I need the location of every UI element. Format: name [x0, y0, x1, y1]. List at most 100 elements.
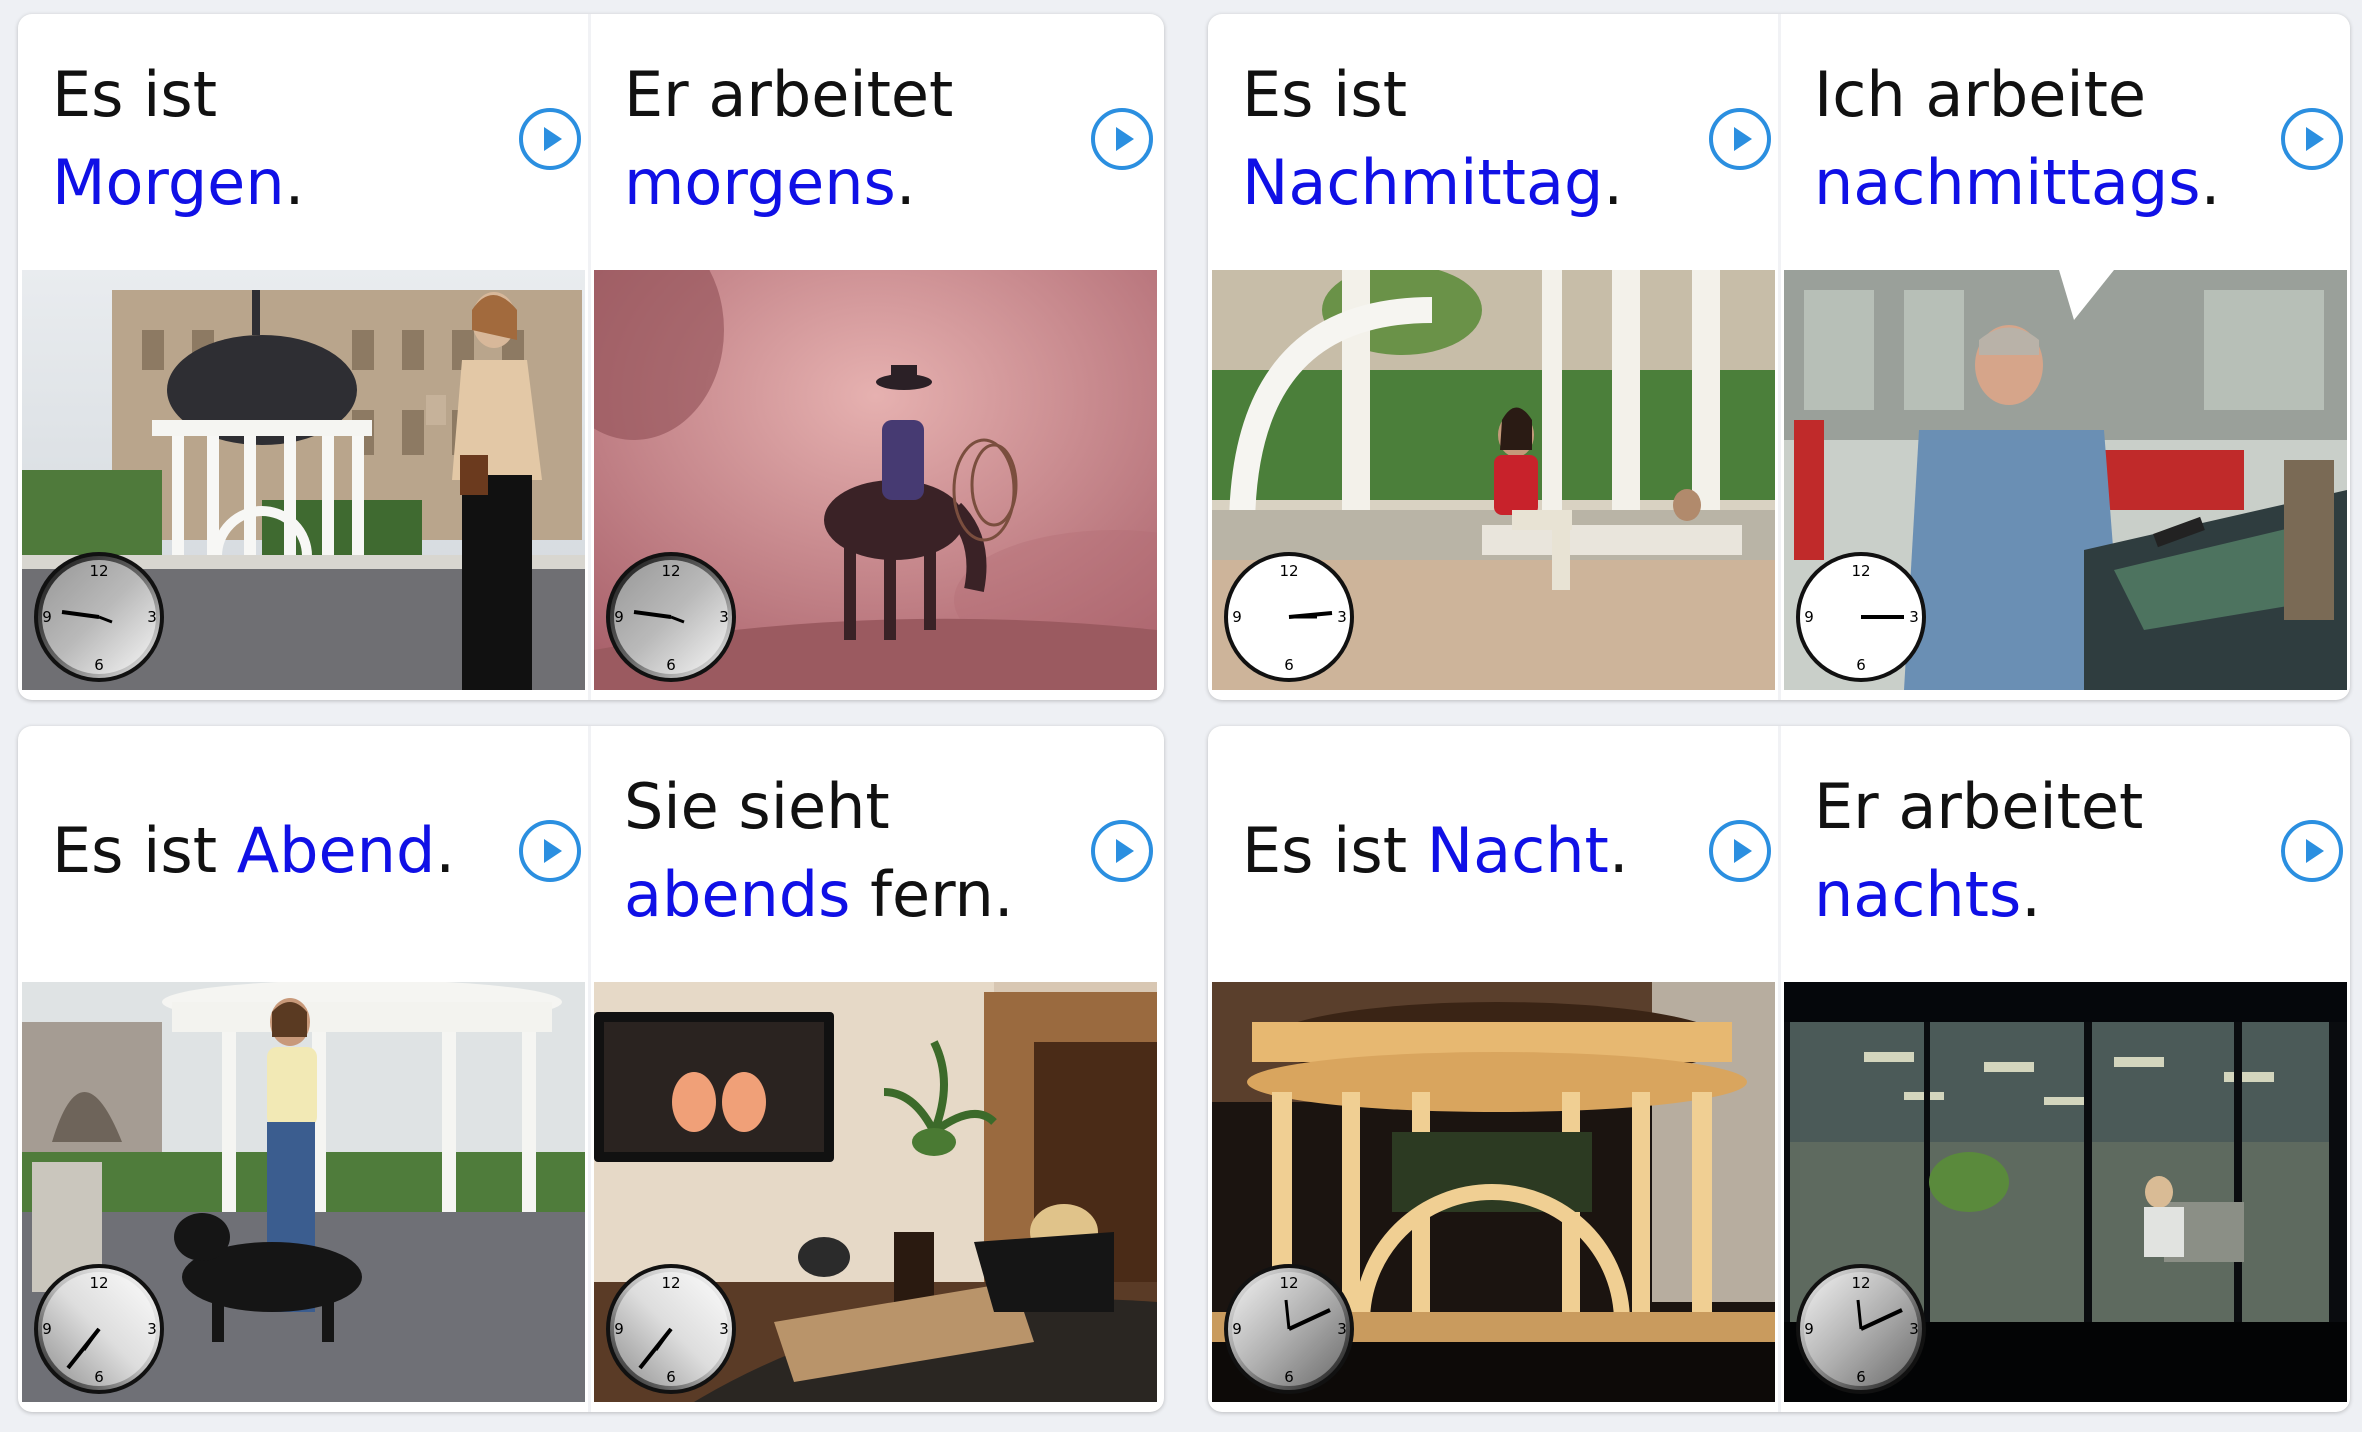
- phrase-text: Es ist Nachmittag.: [1242, 14, 1675, 264]
- phrase-line-1: Es ist Nacht.: [1242, 814, 1629, 887]
- card-morning: Es ist Morgen. 12 3 6 9 Er arbeitet morg…: [18, 14, 1164, 700]
- svg-text:6: 6: [666, 1368, 676, 1386]
- clock-icon: 12 3 6 9: [606, 552, 736, 682]
- svg-text:12: 12: [1279, 1274, 1298, 1292]
- phrase-line-1: Es ist Abend.: [52, 814, 456, 887]
- keyword: abends: [624, 858, 851, 931]
- phrase-line-1: Es ist: [52, 58, 218, 131]
- clock-icon: 12 3 6 9: [34, 1264, 164, 1394]
- svg-text:9: 9: [1232, 1320, 1242, 1338]
- play-audio-button[interactable]: [519, 820, 581, 882]
- svg-text:6: 6: [94, 656, 104, 674]
- keyword: Nacht: [1426, 814, 1609, 887]
- svg-text:9: 9: [614, 1320, 624, 1338]
- phrase-line-1: Sie sieht: [624, 770, 890, 843]
- svg-text:3: 3: [1909, 1320, 1919, 1338]
- tile-er-arbeitet-morgens[interactable]: Er arbeitet morgens. 12 3 6 9: [594, 14, 1157, 700]
- phrase-area: Es ist Abend.: [22, 726, 585, 976]
- card-divider: [588, 726, 591, 1412]
- svg-text:3: 3: [1909, 608, 1919, 626]
- keyword: nachmittags: [1814, 146, 2201, 219]
- svg-text:12: 12: [661, 1274, 680, 1292]
- keyword: Nachmittag: [1242, 146, 1604, 219]
- svg-text:3: 3: [1337, 608, 1347, 626]
- phrase-text: Es ist Morgen.: [52, 14, 485, 264]
- clock-icon: 12 3 6 9: [606, 1264, 736, 1394]
- play-audio-button[interactable]: [2281, 108, 2343, 170]
- play-audio-button[interactable]: [519, 108, 581, 170]
- play-icon: [1116, 127, 1134, 151]
- clock-icon: 12 3 6 9: [1224, 552, 1354, 682]
- svg-text:3: 3: [147, 608, 157, 626]
- svg-text:6: 6: [94, 1368, 104, 1386]
- phrase-text: Es ist Abend.: [52, 726, 485, 976]
- svg-text:12: 12: [89, 562, 108, 580]
- clock-icon: 12 3 6 9: [1224, 1264, 1354, 1394]
- phrase-text: Ich arbeite nachmittags.: [1814, 14, 2247, 264]
- phrase-line-1: Er arbeitet: [1814, 770, 2144, 843]
- svg-text:12: 12: [1851, 1274, 1870, 1292]
- phrase-line-1: Er arbeitet: [624, 58, 954, 131]
- clock-icon: 12 3 6 9: [1796, 1264, 1926, 1394]
- clock-icon: 12 3 6 9: [34, 552, 164, 682]
- phrase-area: Er arbeitet nachts.: [1784, 726, 2347, 976]
- phrase-line-1: Es ist: [1242, 58, 1408, 131]
- svg-text:3: 3: [1337, 1320, 1347, 1338]
- photo-afternoon-gas-station: 12 3 6 9: [1784, 270, 2347, 690]
- svg-text:9: 9: [42, 1320, 52, 1338]
- clock-icon: 12 3 6 9: [1796, 552, 1926, 682]
- phrase-area: Es ist Morgen.: [22, 14, 585, 264]
- phrase-line-2: nachts.: [1814, 858, 2042, 931]
- play-icon: [544, 127, 562, 151]
- tile-es-ist-morgen[interactable]: Es ist Morgen. 12 3 6 9: [22, 14, 585, 700]
- phrase-text: Er arbeitet morgens.: [624, 14, 1057, 264]
- phrase-text: Er arbeitet nachts.: [1814, 726, 2247, 976]
- tile-es-ist-abend[interactable]: Es ist Abend. 12 3 6 9: [22, 726, 585, 1412]
- tile-ich-arbeite-nachmittags[interactable]: Ich arbeite nachmittags. 12 3 6 9: [1784, 14, 2347, 700]
- phrase-line-1: Ich arbeite: [1814, 58, 2147, 131]
- photo-night-office: 12 3 6 9: [1784, 982, 2347, 1402]
- play-icon: [544, 839, 562, 863]
- tile-sie-sieht-abends-fern[interactable]: Sie sieht abends fern. 12 3 6 9: [594, 726, 1157, 1412]
- card-evening: Es ist Abend. 12 3 6 9 Sie sieht abends …: [18, 726, 1164, 1412]
- play-icon: [1734, 839, 1752, 863]
- phrase-line-2: Morgen.: [52, 146, 305, 219]
- phrase-line-2: Nachmittag.: [1242, 146, 1624, 219]
- phrase-area: Es ist Nachmittag.: [1212, 14, 1775, 264]
- keyword: morgens: [624, 146, 896, 219]
- card-night: Es ist Nacht. 12 3 6 9 Er arbeitet nacht…: [1208, 726, 2350, 1412]
- svg-text:6: 6: [1856, 656, 1866, 674]
- svg-text:12: 12: [89, 1274, 108, 1292]
- card-divider: [1778, 726, 1781, 1412]
- svg-text:3: 3: [147, 1320, 157, 1338]
- play-icon: [2306, 127, 2324, 151]
- photo-morning-gazebo: 12 3 6 9: [22, 270, 585, 690]
- play-audio-button[interactable]: [1091, 820, 1153, 882]
- svg-text:9: 9: [1804, 1320, 1814, 1338]
- svg-text:9: 9: [1804, 608, 1814, 626]
- phrase-area: Sie sieht abends fern.: [594, 726, 1157, 976]
- play-audio-button[interactable]: [1709, 820, 1771, 882]
- photo-evening-tv: 12 3 6 9: [594, 982, 1157, 1402]
- phrase-line-2: nachmittags.: [1814, 146, 2221, 219]
- tile-es-ist-nacht[interactable]: Es ist Nacht. 12 3 6 9: [1212, 726, 1775, 1412]
- phrase-line-2: abends fern.: [624, 858, 1014, 931]
- photo-evening-dog-walk: 12 3 6 9: [22, 982, 585, 1402]
- svg-text:12: 12: [1279, 562, 1298, 580]
- play-audio-button[interactable]: [2281, 820, 2343, 882]
- play-icon: [1734, 127, 1752, 151]
- phrase-text: Sie sieht abends fern.: [624, 726, 1057, 976]
- play-audio-button[interactable]: [1709, 108, 1771, 170]
- tile-er-arbeitet-nachts[interactable]: Er arbeitet nachts. 12 3 6 9: [1784, 726, 2347, 1412]
- phrase-area: Er arbeitet morgens.: [594, 14, 1157, 264]
- tile-es-ist-nachmittag[interactable]: Es ist Nachmittag. 12 3 6 9: [1212, 14, 1775, 700]
- svg-text:3: 3: [719, 1320, 729, 1338]
- svg-text:9: 9: [42, 608, 52, 626]
- card-divider: [1778, 14, 1781, 700]
- play-audio-button[interactable]: [1091, 108, 1153, 170]
- svg-text:6: 6: [666, 656, 676, 674]
- keyword: Morgen: [52, 146, 285, 219]
- phrase-area: Ich arbeite nachmittags.: [1784, 14, 2347, 264]
- card-afternoon: Es ist Nachmittag. 12 3 6 9 Ich arbeite …: [1208, 14, 2350, 700]
- svg-text:6: 6: [1284, 656, 1294, 674]
